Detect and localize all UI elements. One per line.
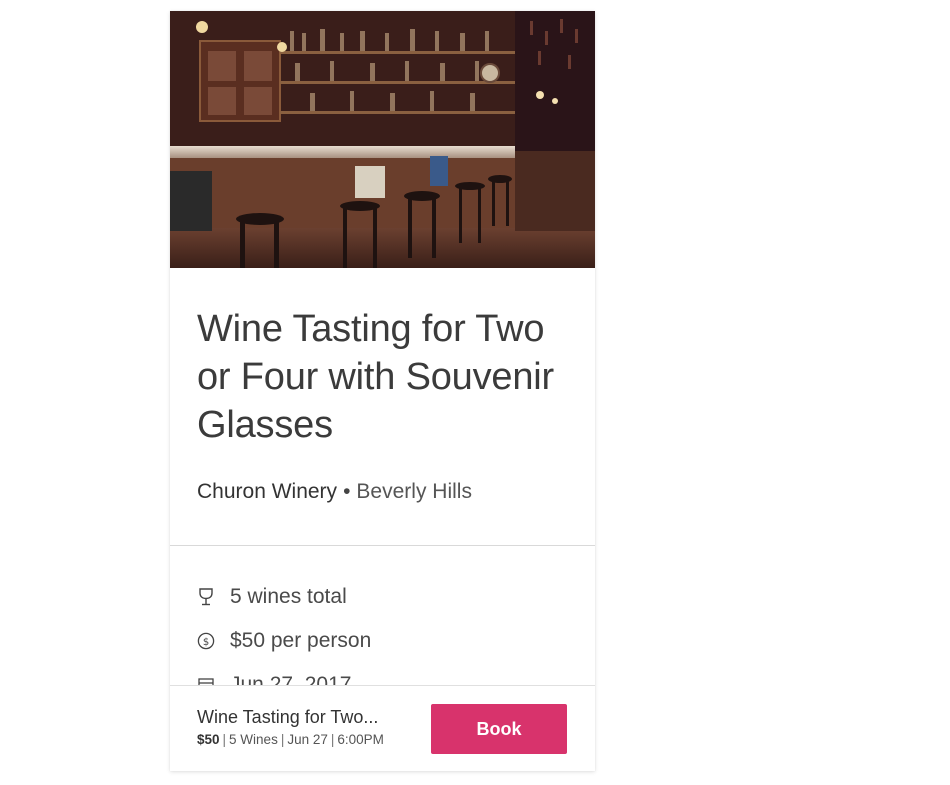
event-card: Wine Tasting for Two or Four with Souven… <box>170 11 595 771</box>
wine-glass-icon <box>197 588 215 606</box>
venue-name: Churon Winery <box>197 480 338 503</box>
booking-price: $50 <box>197 732 220 747</box>
dollar-circle-icon: $ <box>197 632 215 650</box>
event-title: Wine Tasting for Two or Four with Souven… <box>197 308 554 446</box>
detail-wines-text: 5 wines total <box>230 585 347 608</box>
booking-wines: 5 Wines <box>229 732 278 747</box>
book-button[interactable]: Book <box>431 704 567 754</box>
booking-time: 6:00PM <box>337 732 384 747</box>
venue-city: Beverly Hills <box>356 480 472 503</box>
venue-separator: • <box>343 480 351 503</box>
booking-bar: Wine Tasting for Two... $50 | 5 Wines | Jun … <box>170 685 595 771</box>
booking-bar-title: Wine Tasting for Two... <box>197 707 379 727</box>
booking-date: Jun 27 <box>287 732 328 747</box>
detail-price-text: $50 per person <box>230 629 372 652</box>
summary-separator: | <box>222 732 227 747</box>
venue-line: Churon Winery • Beverly Hills <box>197 480 472 504</box>
hero-image <box>170 11 595 268</box>
detail-wines: 5 wines total <box>197 585 347 609</box>
summary-separator: | <box>330 732 335 747</box>
detail-price: $ $50 per person <box>197 629 371 653</box>
svg-text:$: $ <box>203 637 209 648</box>
section-divider <box>170 545 595 546</box>
bar-interior-photo <box>170 11 595 268</box>
booking-bar-summary: $50 | 5 Wines | Jun 27 | 6:00PM <box>197 732 384 747</box>
summary-separator: | <box>280 732 285 747</box>
